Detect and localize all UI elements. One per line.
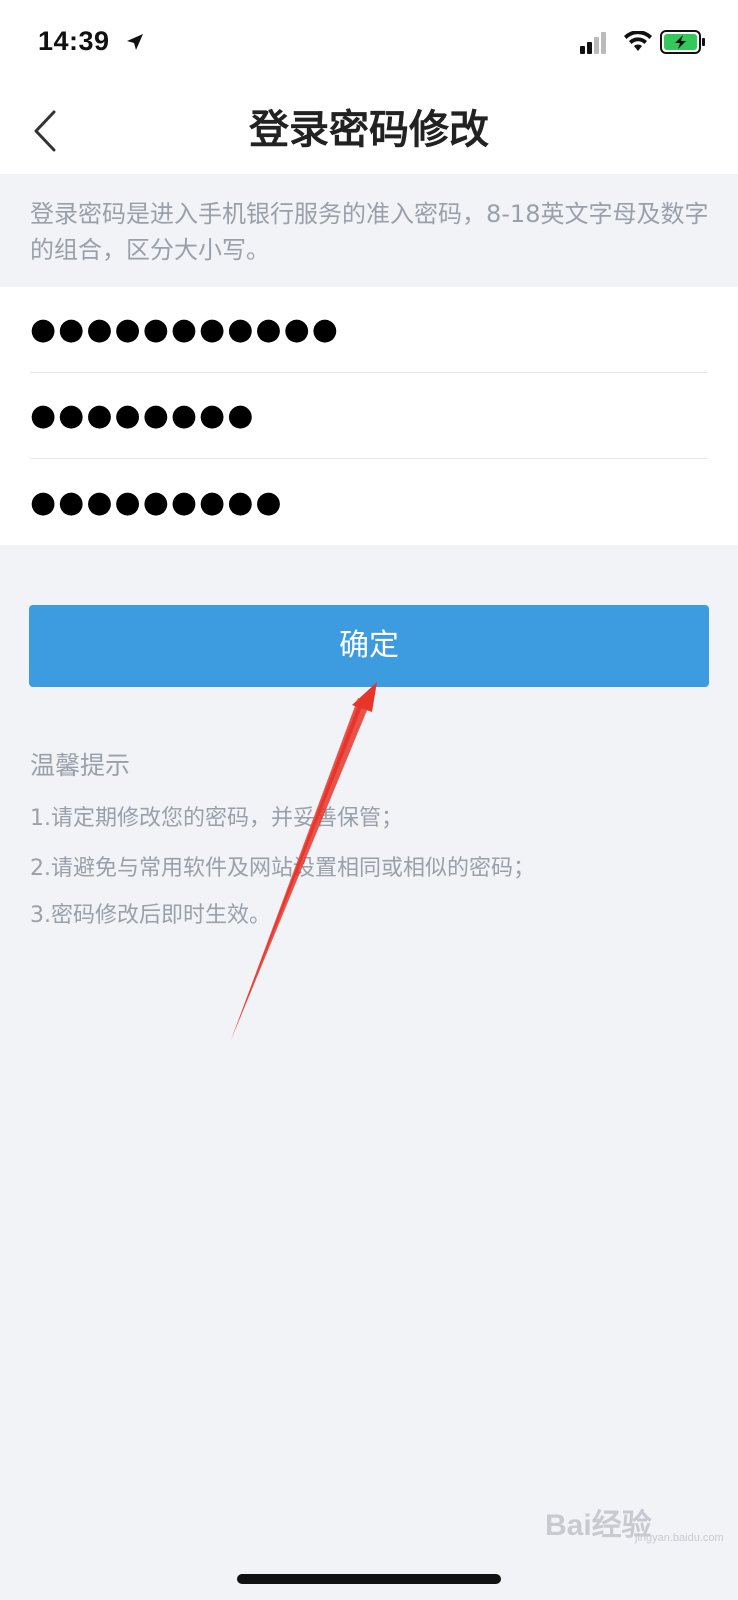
password-form: ●●●●●●●●●●● ●●●●●●●● ●●●●●●●●●	[0, 287, 738, 545]
tip-item: 1.请定期修改您的密码，并妥善保管；	[30, 806, 403, 831]
status-time: 14:39	[38, 26, 110, 56]
page-title: 登录密码修改	[249, 107, 489, 153]
home-indicator[interactable]	[237, 1574, 501, 1584]
new-password-field[interactable]: ●●●●●●●●	[30, 373, 708, 459]
tip-item: 3.密码修改后即时生效。	[30, 903, 271, 928]
location-arrow-icon	[127, 34, 143, 50]
confirm-button[interactable]: 确定	[29, 605, 709, 687]
wifi-icon	[624, 31, 652, 51]
nav-bar: 登录密码修改	[0, 88, 738, 174]
watermark-url: jingyan.baidu.com	[635, 1532, 724, 1544]
confirm-password-field[interactable]: ●●●●●●●●●	[30, 459, 708, 545]
cellular-signal-icon	[580, 32, 606, 54]
password-rule-description: 登录密码是进入手机银行服务的准入密码，8-18英文字母及数字的组合，区分大小写。	[30, 200, 709, 264]
current-password-field[interactable]: ●●●●●●●●●●●	[30, 287, 708, 373]
tip-item: 2.请避免与常用软件及网站设置相同或相似的密码；	[30, 856, 535, 881]
battery-charging-icon	[660, 30, 705, 54]
status-bar: 14:39	[0, 0, 738, 88]
tips-title: 温馨提示	[30, 751, 131, 780]
watermark-logo: Bai经验 jingyan.baidu.com	[545, 1500, 724, 1556]
